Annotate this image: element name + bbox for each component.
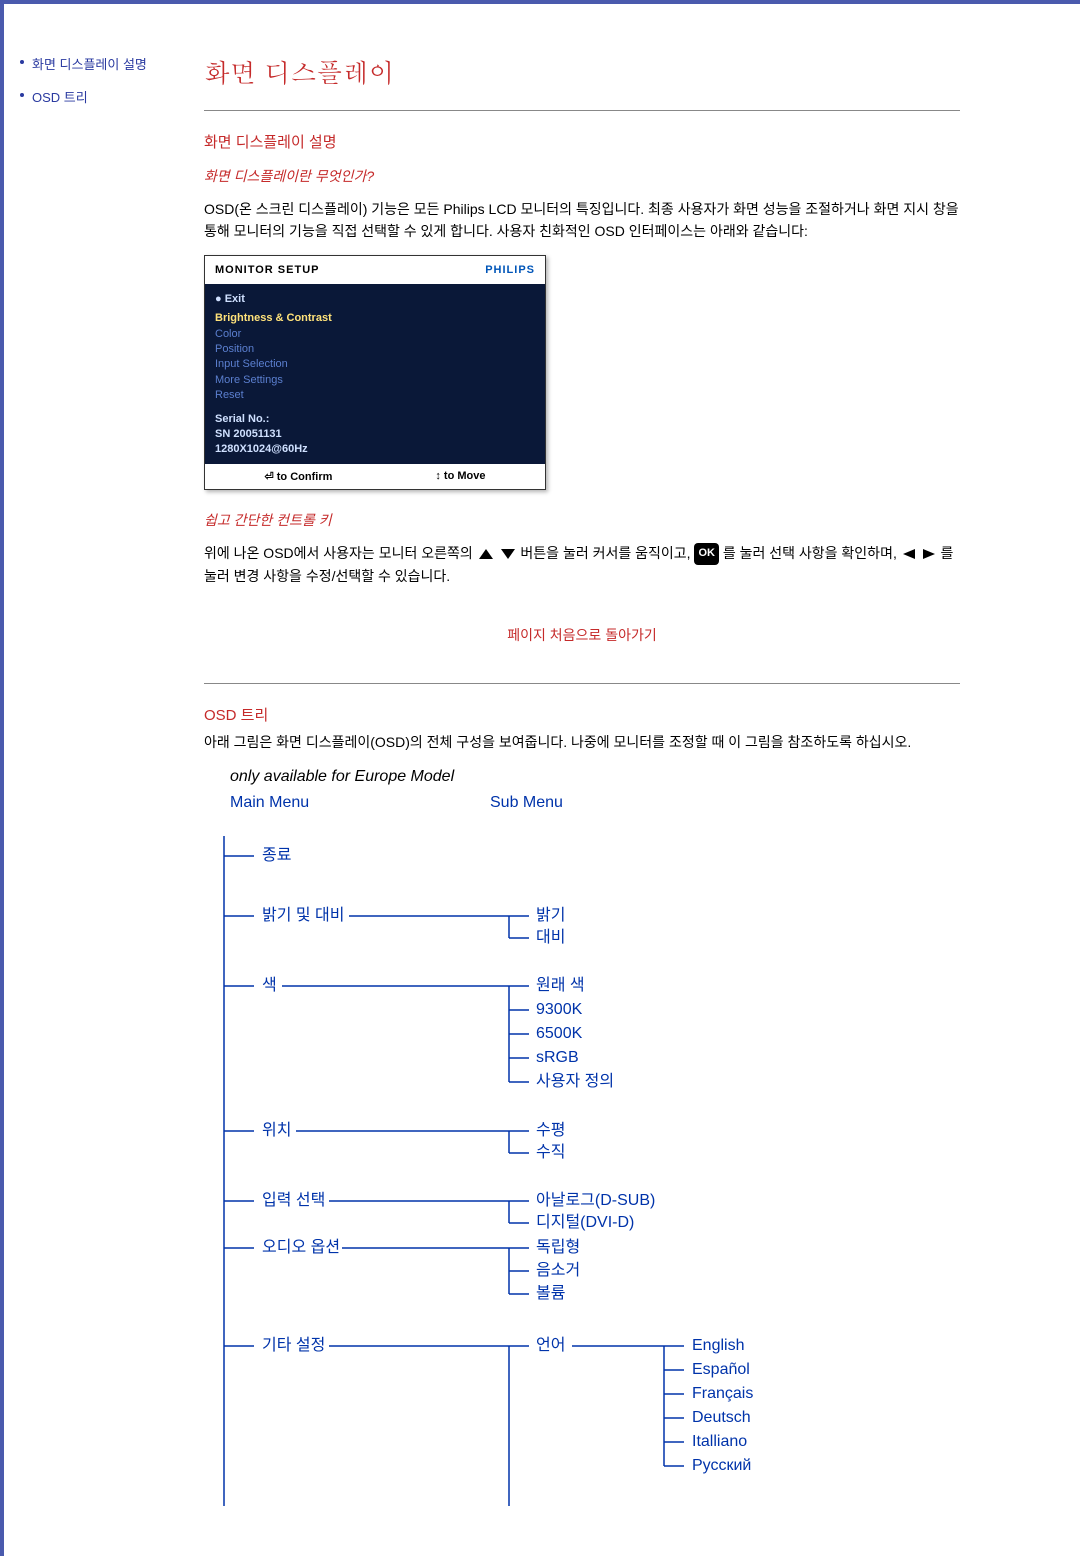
tree-sub: 아날로그(D-SUB): [536, 1191, 655, 1209]
ok-icon: OK: [694, 543, 719, 565]
tree-node: 기타 설정: [262, 1336, 325, 1354]
tree-sub: 독립형: [536, 1238, 580, 1256]
osd-serial-label: Serial No.:: [215, 412, 535, 427]
tree-sub: 디지털(DVI-D): [536, 1213, 634, 1231]
tree-sub: 수직: [536, 1143, 565, 1161]
section-subheading: 화면 디스플레이란 무엇인가?: [204, 166, 960, 186]
section-subheading: 쉽고 간단한 컨트롤 키: [204, 510, 960, 530]
paragraph: OSD(온 스크린 디스플레이) 기능은 모든 Philips LCD 모니터의…: [204, 198, 960, 243]
tree-node: 색: [262, 976, 277, 994]
osd-body: ● Exit Brightness & Contrast Color Posit…: [205, 284, 545, 464]
down-triangle-icon: [499, 547, 517, 561]
main-content: 화면 디스플레이 화면 디스플레이 설명 화면 디스플레이란 무엇인가? OSD…: [184, 4, 1080, 1556]
sidebar-link[interactable]: 화면 디스플레이 설명: [32, 54, 147, 73]
sidebar: 화면 디스플레이 설명 OSD 트리: [4, 4, 184, 1556]
osd-resolution: 1280X1024@60Hz: [215, 442, 535, 457]
menu-header-row: Main Menu Sub Menu: [230, 794, 960, 812]
bullet-icon: [20, 60, 24, 64]
osd-highlight: Brightness & Contrast: [215, 311, 535, 326]
tree-lang: English: [692, 1337, 744, 1354]
tree-lang: Русский: [692, 1457, 751, 1474]
tree-node: 오디오 옵션: [262, 1238, 340, 1256]
back-to-top-link[interactable]: 페이지 처음으로 돌아가기: [204, 625, 960, 645]
divider: [204, 683, 960, 684]
page: 화면 디스플레이 설명 OSD 트리 화면 디스플레이 화면 디스플레이 설명 …: [0, 0, 1080, 1556]
tree-sub: 수평: [536, 1121, 565, 1139]
osd-screenshot: MONITOR SETUP PHILIPS ● Exit Brightness …: [204, 255, 546, 490]
osd-tree-diagram: 종료 밝기 및 대비 밝기 대비 색 원래 색 9300K: [214, 836, 960, 1506]
tree-sub: 음소거: [536, 1261, 580, 1279]
tree-sub: 볼륨: [536, 1284, 565, 1302]
osd-serial-no: SN 20051131: [215, 427, 535, 442]
tree-sub: 원래 색: [536, 976, 585, 994]
tree-lang: Italliano: [692, 1433, 747, 1450]
text: 버튼을 눌러 커서를 움직이고,: [520, 545, 694, 561]
section-heading: OSD 트리: [204, 704, 960, 725]
tree-svg: 종료 밝기 및 대비 밝기 대비 색 원래 색 9300K: [214, 836, 954, 1506]
text: 를 눌러 선택 사항을 확인하며,: [723, 545, 901, 561]
osd-item: Color: [215, 327, 535, 342]
tree-node: 종료: [262, 847, 291, 864]
paragraph: 아래 그림은 화면 디스플레이(OSD)의 전체 구성을 보여줍니다. 나중에 …: [204, 731, 960, 753]
tree-node: 밝기 및 대비: [262, 906, 345, 924]
sub-menu-header: Sub Menu: [490, 794, 750, 812]
tree-lang: Deutsch: [692, 1409, 751, 1426]
osd-foot-confirm: ⏎ to Confirm: [265, 470, 333, 483]
tree-sub: 6500K: [536, 1025, 583, 1042]
osd-item: Position: [215, 342, 535, 357]
sidebar-item-desc[interactable]: 화면 디스플레이 설명: [20, 54, 174, 73]
tree-sub: 9300K: [536, 1001, 583, 1018]
tree-sub: 언어: [536, 1336, 565, 1354]
paragraph: 위에 나온 OSD에서 사용자는 모니터 오른쪽의 버튼을 눌러 커서를 움직이…: [204, 542, 960, 587]
osd-item: More Settings: [215, 373, 535, 388]
page-title: 화면 디스플레이: [204, 54, 960, 90]
tree-node: 위치: [262, 1121, 291, 1139]
osd-foot-move: ↕ to Move: [435, 470, 485, 483]
sidebar-link[interactable]: OSD 트리: [32, 87, 88, 106]
note: only available for Europe Model: [230, 768, 960, 786]
tree-node: 입력 선택: [262, 1191, 325, 1209]
osd-item: Input Selection: [215, 357, 535, 372]
osd-exit: ● Exit: [215, 292, 535, 307]
main-menu-header: Main Menu: [230, 794, 490, 812]
left-triangle-icon: [901, 547, 917, 561]
osd-title: MONITOR SETUP: [215, 264, 319, 276]
osd-item: Reset: [215, 388, 535, 403]
right-triangle-icon: [921, 547, 937, 561]
tree-lang: Français: [692, 1385, 753, 1402]
tree-sub: 밝기: [536, 906, 565, 924]
bullet-icon: [20, 93, 24, 97]
tree-lang: Español: [692, 1361, 750, 1378]
osd-footer: ⏎ to Confirm ↕ to Move: [205, 464, 545, 489]
sidebar-item-tree[interactable]: OSD 트리: [20, 87, 174, 106]
section-heading: 화면 디스플레이 설명: [204, 131, 960, 152]
tree-sub: 대비: [536, 928, 565, 946]
text: 위에 나온 OSD에서 사용자는 모니터 오른쪽의: [204, 545, 477, 561]
divider: [204, 110, 960, 111]
tree-sub: 사용자 정의: [536, 1072, 614, 1090]
tree-sub: sRGB: [536, 1049, 579, 1066]
up-triangle-icon: [477, 547, 495, 561]
osd-serial: Serial No.: SN 20051131 1280X1024@60Hz: [215, 412, 535, 458]
brand-logo: PHILIPS: [485, 264, 535, 276]
osd-header: MONITOR SETUP PHILIPS: [205, 256, 545, 284]
